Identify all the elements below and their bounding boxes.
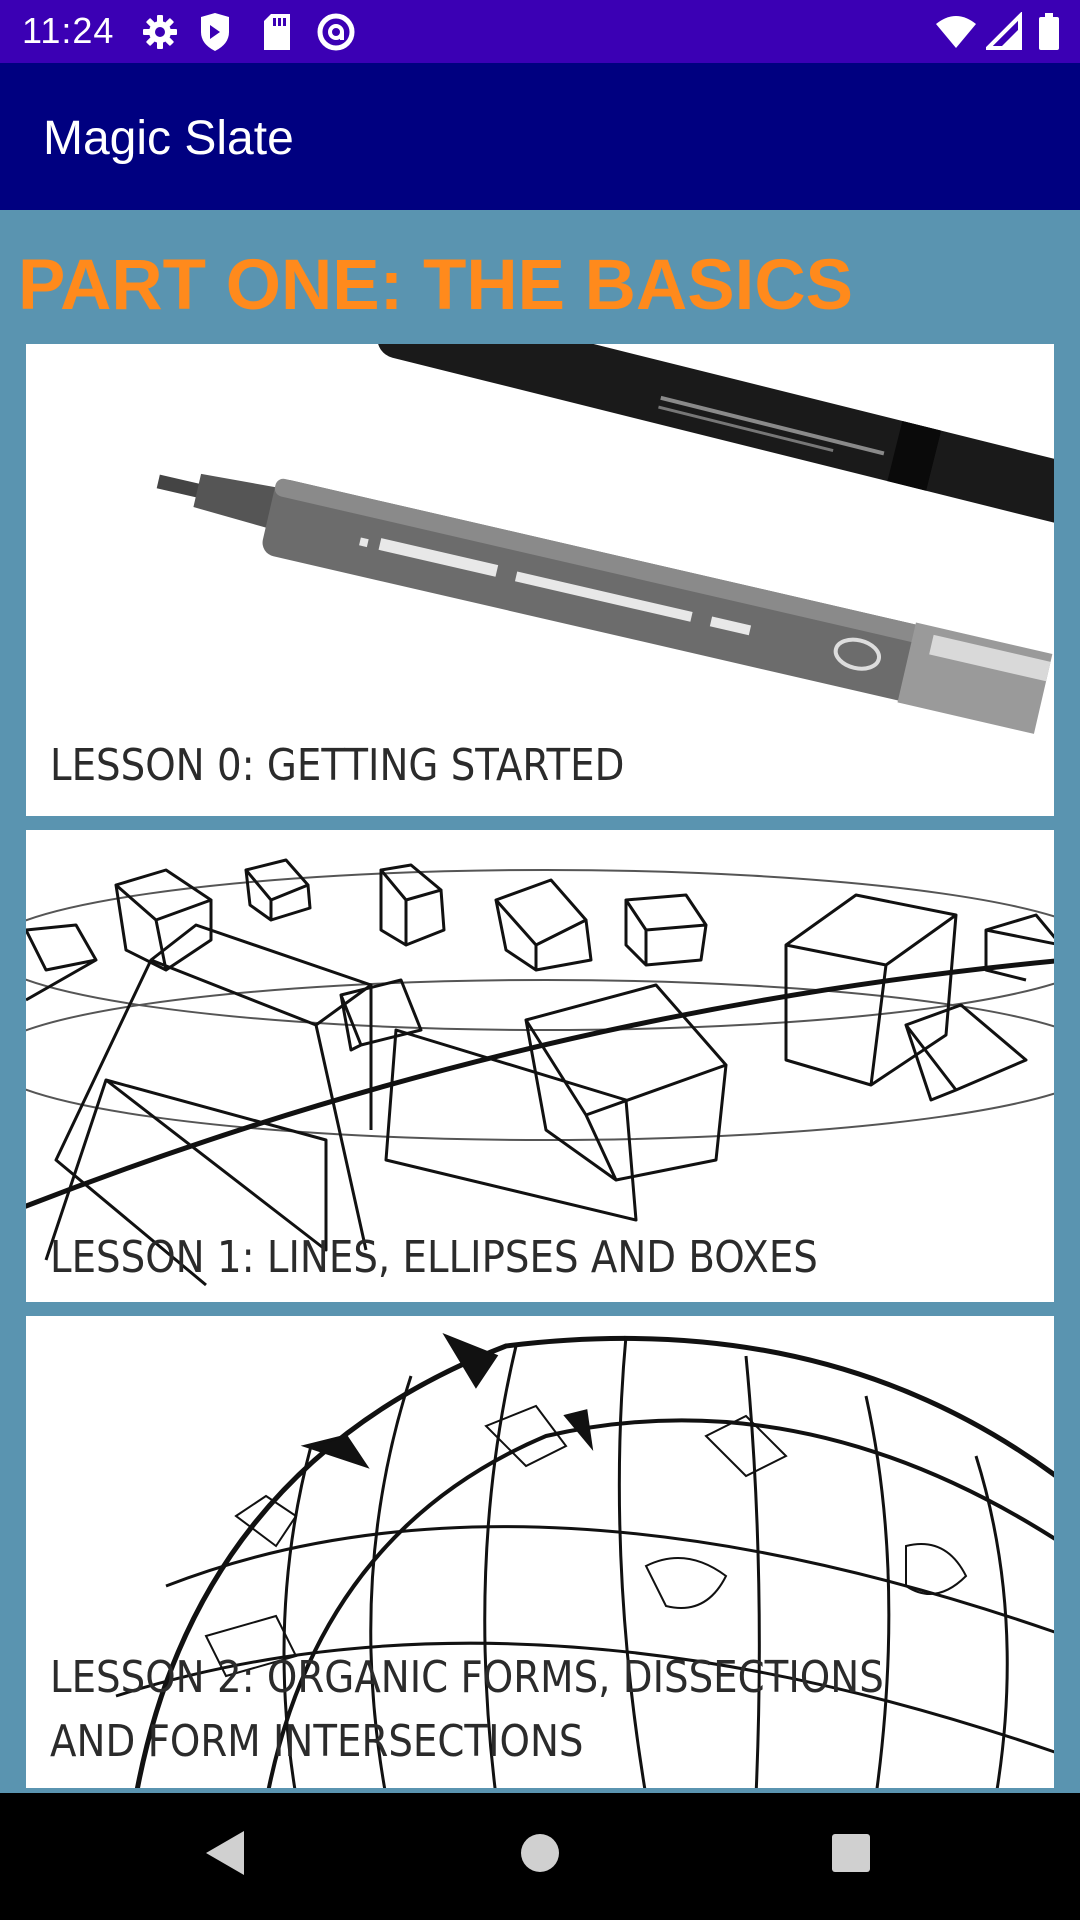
sd-card-icon xyxy=(264,14,290,50)
status-icons-right xyxy=(934,12,1064,52)
lesson-card-2[interactable]: LESSON 2: ORGANIC FORMS, DISSECTIONS AND… xyxy=(26,1316,1054,1788)
gear-icon xyxy=(143,15,177,49)
recents-icon[interactable] xyxy=(830,1829,872,1877)
lesson-card-1[interactable]: LESSON 1: LINES, ELLIPSES AND BOXES xyxy=(26,830,1054,1302)
app-title: Magic Slate xyxy=(43,112,294,165)
back-icon[interactable] xyxy=(204,1829,246,1877)
lesson-label: LESSON 1: LINES, ELLIPSES AND BOXES xyxy=(50,1232,818,1283)
at-sign-icon xyxy=(317,13,355,51)
wifi-icon xyxy=(936,16,976,48)
lesson-card-0[interactable]: LESSON 0: GETTING STARTED xyxy=(26,344,1054,816)
navigation-bar xyxy=(0,1793,1080,1920)
battery-icon xyxy=(1039,13,1059,50)
lesson-label: LESSON 2: ORGANIC FORMS, DISSECTIONS AND… xyxy=(50,1652,884,1767)
lesson-label: LESSON 0: GETTING STARTED xyxy=(50,740,625,791)
shield-icon xyxy=(201,13,229,51)
section-heading: PART ONE: THE BASICS xyxy=(18,246,853,325)
app-bar: Magic Slate xyxy=(0,63,1080,210)
status-time: 11:24 xyxy=(22,10,115,51)
status-bar: 11:24 xyxy=(0,0,1080,63)
home-icon[interactable] xyxy=(519,1829,561,1877)
signal-icon xyxy=(986,12,1022,50)
